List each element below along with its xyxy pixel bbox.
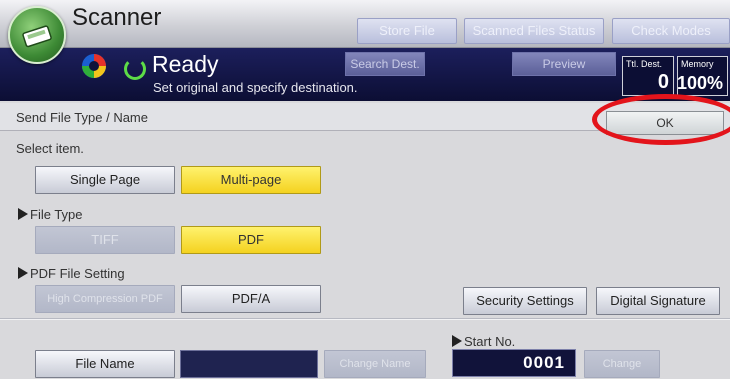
machine-status-icon	[82, 54, 106, 78]
ok-button[interactable]: OK	[606, 111, 724, 135]
expand-arrow-icon	[18, 267, 28, 279]
total-dest-indicator: Ttl. Dest. 0	[622, 56, 674, 96]
total-dest-label: Ttl. Dest.	[626, 59, 663, 69]
expand-arrow-icon	[18, 208, 28, 220]
pdf-setting-label: PDF File Setting	[30, 266, 125, 281]
file-type-heading: File Type	[18, 207, 83, 222]
select-item-label: Select item.	[16, 141, 84, 156]
file-name-field[interactable]	[180, 350, 318, 378]
digital-signature-button[interactable]: Digital Signature	[596, 287, 720, 315]
pdf-setting-heading: PDF File Setting	[18, 266, 125, 281]
security-settings-button[interactable]: Security Settings	[463, 287, 587, 315]
start-no-label: Start No.	[464, 334, 516, 349]
scanner-icon	[8, 6, 66, 64]
single-page-button[interactable]: Single Page	[35, 166, 175, 194]
search-dest-button[interactable]: Search Dest.	[345, 52, 425, 76]
memory-indicator: Memory 100%	[677, 56, 728, 96]
ready-icon	[124, 58, 146, 80]
scanned-files-status-button[interactable]: Scanned Files Status	[464, 18, 604, 44]
status-message: Set original and specify destination.	[153, 80, 358, 95]
pdf-button[interactable]: PDF	[181, 226, 321, 254]
start-no-field[interactable]: 0001	[452, 349, 576, 377]
multi-page-button[interactable]: Multi-page	[181, 166, 321, 194]
file-name-button[interactable]: File Name	[35, 350, 175, 378]
tiff-button[interactable]: TIFF	[35, 226, 175, 254]
section-divider	[0, 318, 730, 320]
pdf-a-button[interactable]: PDF/A	[181, 285, 321, 313]
file-type-label: File Type	[30, 207, 83, 222]
ready-status: Ready	[152, 51, 219, 77]
start-no-heading: Start No.	[452, 334, 515, 349]
memory-value: 100%	[676, 73, 723, 93]
page-title: Send File Type / Name	[16, 110, 148, 125]
status-bar: Search Dest. Preview	[0, 48, 730, 101]
memory-label: Memory	[681, 59, 714, 69]
total-dest-value: 0	[657, 71, 669, 93]
title-bar: Scanner Store File Scanned Files Status …	[0, 0, 730, 48]
change-name-button[interactable]: Change Name	[324, 350, 426, 378]
expand-arrow-icon	[452, 335, 462, 347]
scanner-screen: Scanner Store File Scanned Files Status …	[0, 0, 730, 379]
change-start-no-button[interactable]: Change	[584, 350, 660, 378]
app-title: Scanner	[72, 4, 162, 31]
check-modes-button[interactable]: Check Modes	[612, 18, 730, 44]
preview-button[interactable]: Preview	[512, 52, 616, 76]
store-file-button[interactable]: Store File	[357, 18, 457, 44]
high-compression-pdf-button[interactable]: High Compression PDF	[35, 285, 175, 313]
